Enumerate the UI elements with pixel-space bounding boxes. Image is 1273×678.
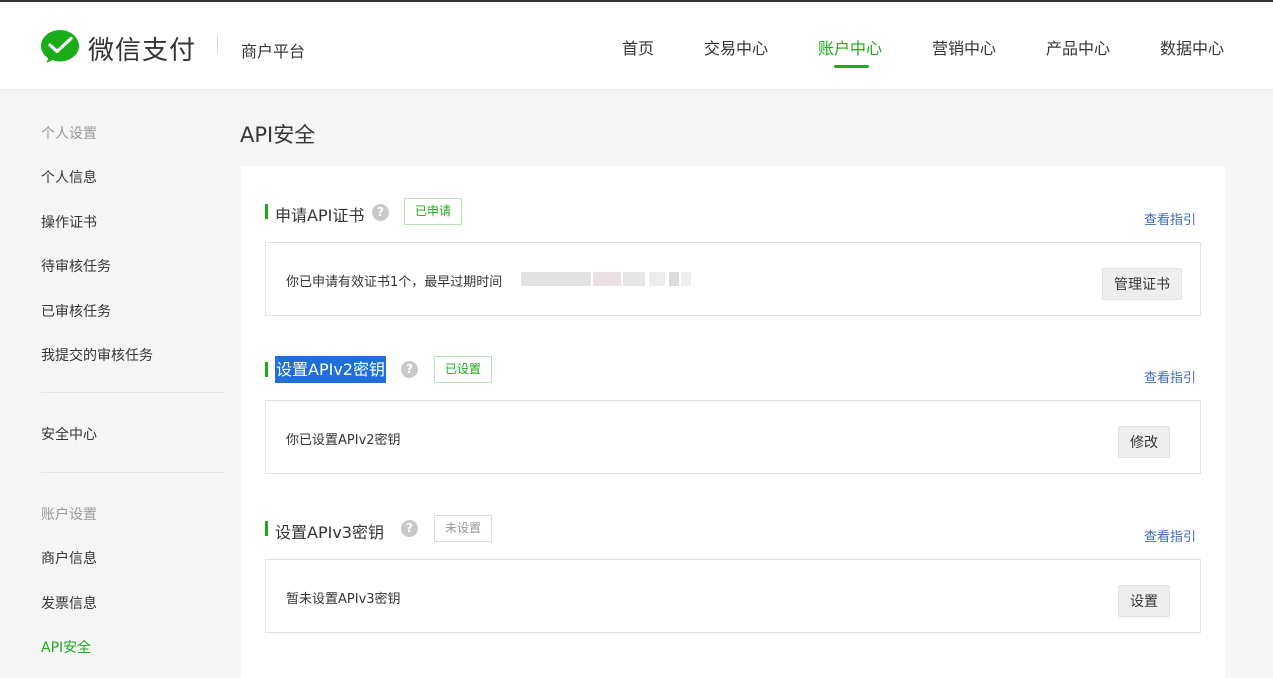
section-title-api-cert: 申请API证书: [275, 202, 364, 226]
nav-products[interactable]: 产品中心: [1046, 35, 1110, 59]
nav-home[interactable]: 首页: [622, 35, 654, 59]
sidebar-item-personal-info[interactable]: 个人信息: [41, 167, 97, 187]
status-badge-set: 已设置: [434, 356, 492, 383]
sidebar-item-invoice-info[interactable]: 发票信息: [41, 593, 97, 613]
sidebar-item-security[interactable]: 安全中心: [41, 424, 97, 444]
wechat-pay-logo-icon[interactable]: [40, 28, 80, 64]
apiv3-status-text: 暂未设置APIv3密钥: [286, 588, 401, 607]
sidebar-item-my-submitted[interactable]: 我提交的审核任务: [41, 345, 153, 365]
modify-button[interactable]: 修改: [1118, 426, 1170, 458]
nav-data[interactable]: 数据中心: [1160, 35, 1224, 59]
view-guide-link[interactable]: 查看指引: [1144, 526, 1196, 545]
manage-cert-button[interactable]: 管理证书: [1102, 268, 1182, 300]
sidebar-divider: [41, 392, 225, 393]
section-title-apiv2-key: 设置APIv2密钥: [275, 356, 386, 383]
sidebar-item-operation-cert[interactable]: 操作证书: [41, 212, 97, 232]
redacted-expiry-date: [521, 270, 691, 288]
set-button[interactable]: 设置: [1118, 585, 1170, 617]
apiv2-status-text: 你已设置APIv2密钥: [286, 429, 401, 448]
sidebar-item-merchant-info[interactable]: 商户信息: [41, 548, 97, 568]
section-box-apiv2-key: 你已设置APIv2密钥 修改: [265, 400, 1201, 474]
view-guide-link[interactable]: 查看指引: [1144, 209, 1196, 228]
section-marker: [265, 204, 268, 219]
platform-label: 商户平台: [241, 38, 305, 62]
sidebar-item-api-security[interactable]: API安全: [41, 637, 91, 657]
sidebar-group-account: 账户设置: [41, 504, 97, 524]
sidebar-item-pending-review[interactable]: 待审核任务: [41, 256, 111, 276]
status-badge-applied: 已申请: [404, 198, 462, 225]
status-badge-not-set: 未设置: [434, 515, 492, 542]
help-icon[interactable]: ?: [401, 520, 418, 537]
view-guide-link[interactable]: 查看指引: [1144, 367, 1196, 386]
sidebar-divider: [41, 472, 225, 473]
nav-active-indicator: [834, 65, 869, 68]
brand-divider: [217, 36, 218, 54]
nav-transactions[interactable]: 交易中心: [704, 35, 768, 59]
sidebar-group-personal: 个人设置: [41, 123, 97, 143]
section-marker: [265, 521, 268, 536]
page-title: API安全: [240, 119, 315, 149]
top-header: 微信支付 商户平台 首页 交易中心 账户中心 营销中心 产品中心 数据中心: [0, 0, 1273, 90]
nav-account-center[interactable]: 账户中心: [818, 35, 882, 59]
sidebar-item-reviewed[interactable]: 已审核任务: [41, 301, 111, 321]
section-box-apiv3-key: 暂未设置APIv3密钥 设置: [265, 559, 1201, 633]
section-marker: [265, 362, 268, 377]
section-box-api-cert: 你已申请有效证书1个，最早过期时间 管理证书: [265, 242, 1201, 316]
nav-marketing[interactable]: 营销中心: [932, 35, 996, 59]
help-icon[interactable]: ?: [372, 204, 389, 221]
brand-name: 微信支付: [88, 30, 196, 67]
section-title-apiv3-key: 设置APIv3密钥: [275, 519, 384, 543]
help-icon[interactable]: ?: [401, 361, 418, 378]
cert-status-text: 你已申请有效证书1个，最早过期时间: [286, 271, 502, 290]
